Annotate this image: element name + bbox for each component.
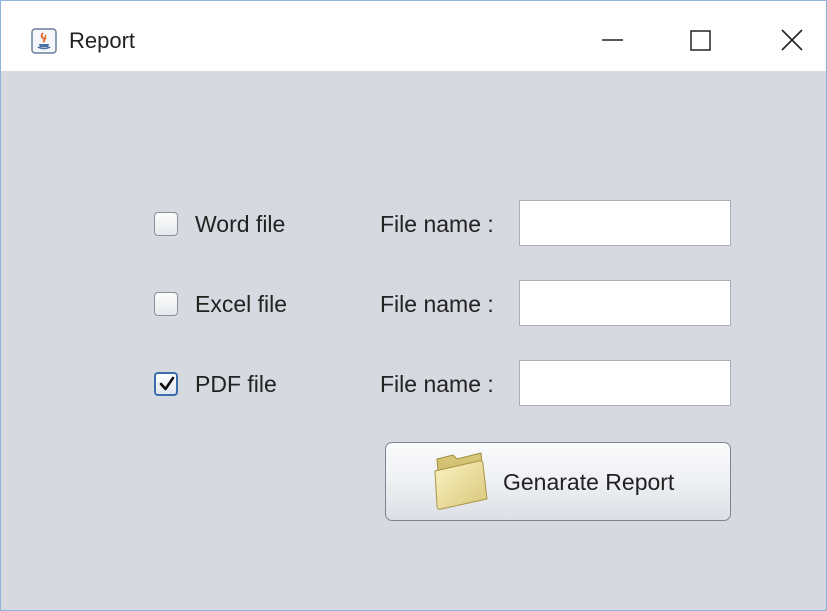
- folder-icon: [431, 449, 493, 518]
- generate-report-label: Genarate Report: [503, 469, 675, 495]
- minimize-icon: [602, 39, 623, 41]
- report-window: Report Word file File name : Excel file …: [0, 0, 827, 611]
- maximize-icon: [690, 30, 711, 51]
- excel-file-checkbox[interactable]: [154, 292, 178, 316]
- word-file-name-label: File name :: [380, 211, 494, 237]
- java-app-icon: [31, 28, 57, 54]
- minimize-button[interactable]: [584, 15, 644, 65]
- word-file-name-input[interactable]: [519, 200, 731, 246]
- generate-report-button[interactable]: Genarate Report: [385, 442, 731, 521]
- maximize-button[interactable]: [671, 15, 731, 65]
- word-file-label[interactable]: Word file: [195, 211, 285, 238]
- checkmark-icon: [159, 376, 175, 391]
- window-title: Report: [69, 28, 136, 53]
- close-icon: [781, 29, 803, 51]
- pdf-file-name-label: File name :: [380, 371, 494, 397]
- content-panel: Word file File name : Excel file File na…: [1, 71, 826, 610]
- pdf-file-checkbox[interactable]: [154, 372, 178, 396]
- pdf-file-name-input[interactable]: [519, 360, 731, 406]
- pdf-file-label[interactable]: PDF file: [195, 371, 277, 398]
- excel-file-label[interactable]: Excel file: [195, 291, 287, 318]
- close-button[interactable]: [761, 15, 821, 65]
- title-bar[interactable]: Report: [1, 1, 826, 71]
- excel-file-name-label: File name :: [380, 291, 494, 317]
- word-file-checkbox[interactable]: [154, 212, 178, 236]
- excel-file-name-input[interactable]: [519, 280, 731, 326]
